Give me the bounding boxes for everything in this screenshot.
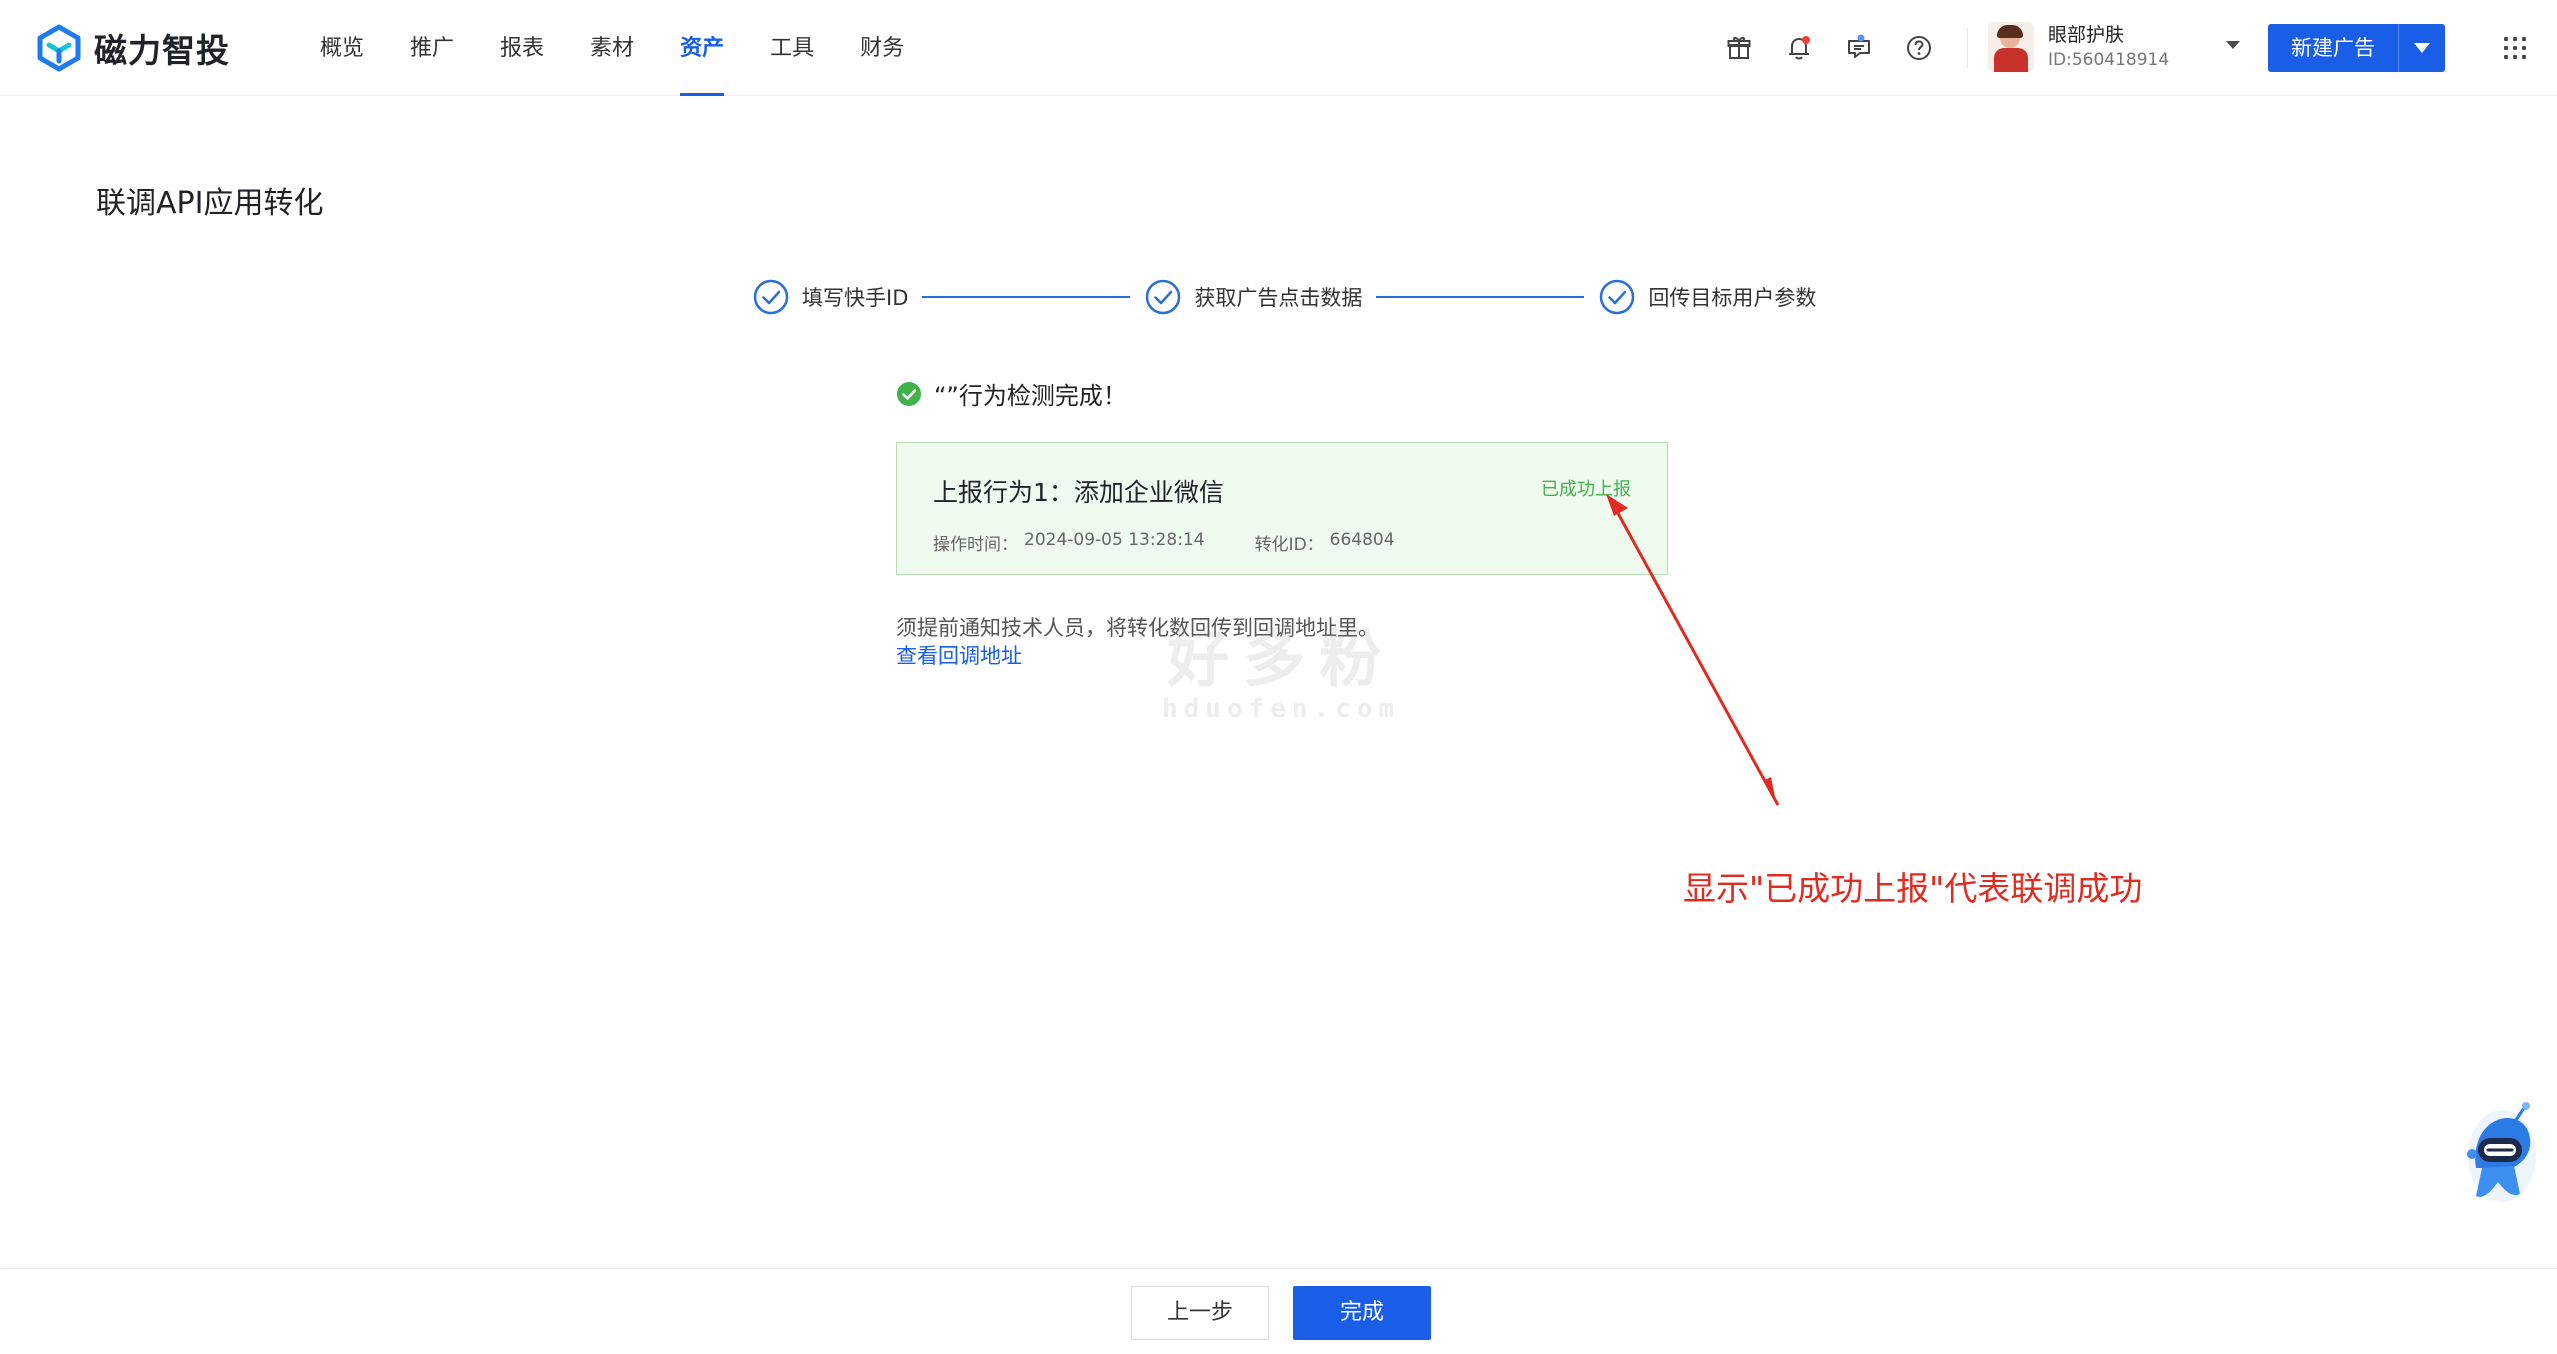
step-connector: [922, 296, 1131, 298]
operation-time-value: 2024-09-05 13:28:14: [1024, 530, 1205, 550]
nav-item-materials[interactable]: 素材: [590, 0, 634, 96]
chevron-down-icon[interactable]: [2226, 41, 2240, 49]
view-callback-url-link[interactable]: 查看回调地址: [896, 640, 1022, 670]
account-id: ID:560418914: [2048, 50, 2170, 70]
app-grid-icon[interactable]: [2504, 37, 2526, 59]
gift-icon[interactable]: [1722, 30, 1756, 66]
event-meta: 操作时间： 2024-09-05 13:28:14 转化ID： 664804: [933, 530, 1395, 555]
nav-item-tools[interactable]: 工具: [770, 0, 814, 96]
avatar: [1988, 22, 2034, 72]
check-circle-icon: [753, 279, 789, 315]
step-2: 获取广告点击数据: [1144, 278, 1362, 316]
new-ad-button[interactable]: 新建广告: [2268, 24, 2398, 72]
annotation-arrow: [1606, 494, 1780, 806]
event-title: 上报行为1：添加企业微信: [933, 478, 1224, 507]
header-tools: [1722, 30, 1962, 66]
finish-button[interactable]: 完成: [1293, 1286, 1431, 1340]
annotation-text: 显示"已成功上报"代表联调成功: [1683, 869, 2143, 908]
new-ad-button-group: 新建广告: [2268, 24, 2445, 72]
reported-event-card: 上报行为1：添加企业微信 已成功上报 操作时间： 2024-09-05 13:2…: [896, 442, 1668, 575]
caret-down-icon: [2414, 43, 2430, 53]
step-label: 回传目标用户参数: [1648, 286, 1817, 310]
brand[interactable]: 磁力智投: [34, 22, 230, 74]
conversion-id-value: 664804: [1329, 530, 1395, 550]
message-icon[interactable]: [1842, 30, 1876, 66]
step-label: 填写快手ID: [802, 286, 909, 310]
step-label: 获取广告点击数据: [1194, 286, 1363, 310]
nav-item-overview[interactable]: 概览: [320, 0, 364, 96]
account-name: 眼部护肤: [2048, 24, 2125, 46]
account-switcher[interactable]: 眼部护肤 ID:560418914: [1988, 22, 2169, 72]
main-nav: 概览 推广 报表 素材 资产 工具 财务: [320, 0, 950, 96]
footer-bar: [0, 1268, 2557, 1354]
step-1: 填写快手ID: [752, 278, 908, 316]
page-title: 联调API应用转化: [96, 186, 324, 221]
step-3: 回传目标用户参数: [1598, 278, 1816, 316]
check-circle-icon: [1600, 279, 1635, 315]
notice-text: 须提前通知技术人员，将转化数回传到回调地址里。: [896, 616, 1379, 640]
detection-result-text: “”行为检测完成！: [934, 382, 1127, 410]
brand-name: 磁力智投: [94, 31, 230, 70]
nav-item-promotion[interactable]: 推广: [410, 0, 454, 96]
check-circle-icon: [1146, 279, 1181, 315]
detection-result: “”行为检测完成！: [896, 376, 1127, 411]
nav-item-finance[interactable]: 财务: [860, 0, 904, 96]
new-ad-dropdown-button[interactable]: [2399, 24, 2445, 72]
brand-logo-icon: [37, 24, 81, 72]
step-indicator: 填写快手ID 获取广告点击数据 回传目标用户参数: [752, 277, 1816, 317]
previous-step-button[interactable]: 上一步: [1131, 1286, 1269, 1340]
bell-icon[interactable]: [1782, 30, 1816, 66]
step-connector: [1376, 296, 1585, 298]
header-divider: [1967, 28, 1968, 68]
operation-time-label: 操作时间：: [933, 535, 1018, 555]
help-icon[interactable]: [1902, 30, 1936, 66]
nav-item-reports[interactable]: 报表: [500, 0, 544, 96]
assistant-robot-icon[interactable]: [2454, 1098, 2538, 1212]
nav-item-assets[interactable]: 资产: [680, 0, 725, 96]
conversion-id-label: 转化ID：: [1254, 535, 1324, 555]
top-navigation-bar: 磁力智投 概览 推广 报表 素材 资产 工具 财务 眼部护肤 ID:560418…: [0, 0, 2557, 96]
success-check-icon: [897, 381, 921, 406]
